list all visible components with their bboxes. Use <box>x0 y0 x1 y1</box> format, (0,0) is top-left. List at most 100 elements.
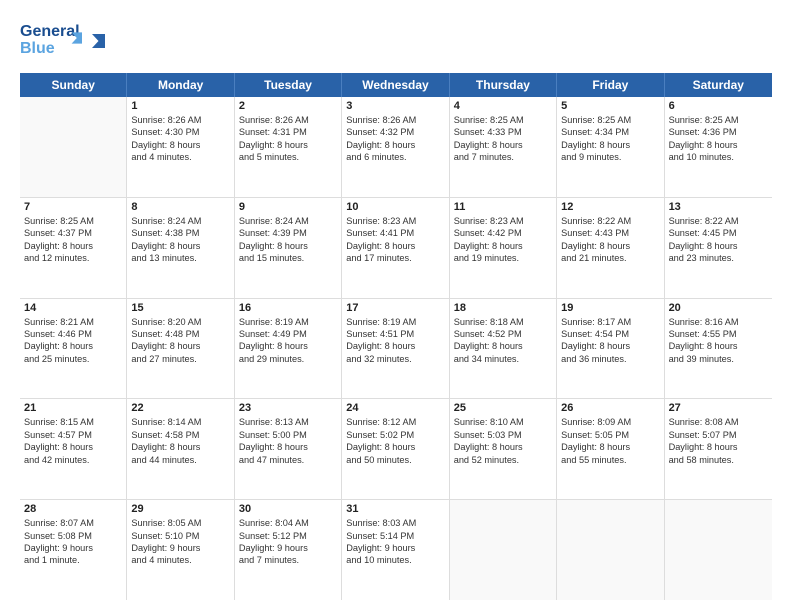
calendar-cell <box>557 500 664 600</box>
cell-info-line: and 55 minutes. <box>561 454 659 466</box>
cell-info-line: Sunrise: 8:19 AM <box>346 316 444 328</box>
calendar-cell <box>665 500 772 600</box>
calendar-cell: 17Sunrise: 8:19 AMSunset: 4:51 PMDayligh… <box>342 299 449 399</box>
cell-info-line: Sunset: 4:39 PM <box>239 227 337 239</box>
day-number: 31 <box>346 503 444 515</box>
cell-info-line: and 19 minutes. <box>454 252 552 264</box>
day-number: 23 <box>239 402 337 414</box>
cell-info-line: Sunrise: 8:26 AM <box>239 114 337 126</box>
cell-info-line: Sunset: 5:12 PM <box>239 530 337 542</box>
cell-info-line: Sunrise: 8:20 AM <box>131 316 229 328</box>
calendar-cell: 12Sunrise: 8:22 AMSunset: 4:43 PMDayligh… <box>557 198 664 298</box>
calendar-week-row: 7Sunrise: 8:25 AMSunset: 4:37 PMDaylight… <box>20 198 772 299</box>
cell-info-line: and 15 minutes. <box>239 252 337 264</box>
calendar-cell: 27Sunrise: 8:08 AMSunset: 5:07 PMDayligh… <box>665 399 772 499</box>
cell-info-line: Daylight: 8 hours <box>131 240 229 252</box>
cell-info-line: Daylight: 8 hours <box>561 340 659 352</box>
calendar-cell: 3Sunrise: 8:26 AMSunset: 4:32 PMDaylight… <box>342 97 449 197</box>
cell-info-line: Sunset: 4:37 PM <box>24 227 122 239</box>
cell-info-line: and 39 minutes. <box>669 353 768 365</box>
weekday-header: Sunday <box>20 73 127 97</box>
calendar-cell <box>450 500 557 600</box>
weekday-header: Friday <box>557 73 664 97</box>
cell-info-line: and 23 minutes. <box>669 252 768 264</box>
cell-info-line: Daylight: 8 hours <box>131 340 229 352</box>
calendar-week-row: 28Sunrise: 8:07 AMSunset: 5:08 PMDayligh… <box>20 500 772 600</box>
calendar-cell: 24Sunrise: 8:12 AMSunset: 5:02 PMDayligh… <box>342 399 449 499</box>
cell-info-line: and 17 minutes. <box>346 252 444 264</box>
cell-info-line: Sunset: 4:51 PM <box>346 328 444 340</box>
cell-info-line: and 52 minutes. <box>454 454 552 466</box>
cell-info-line: Sunset: 5:03 PM <box>454 429 552 441</box>
cell-info-line: Sunrise: 8:19 AM <box>239 316 337 328</box>
cell-info-line: and 9 minutes. <box>561 151 659 163</box>
calendar-cell: 28Sunrise: 8:07 AMSunset: 5:08 PMDayligh… <box>20 500 127 600</box>
calendar-week-row: 1Sunrise: 8:26 AMSunset: 4:30 PMDaylight… <box>20 97 772 198</box>
cell-info-line: Sunset: 5:14 PM <box>346 530 444 542</box>
cell-info-line: Daylight: 8 hours <box>669 139 768 151</box>
cell-info-line: Sunrise: 8:24 AM <box>239 215 337 227</box>
cell-info-line: Sunrise: 8:25 AM <box>561 114 659 126</box>
header: General Blue <box>20 16 772 63</box>
cell-info-line: Sunrise: 8:04 AM <box>239 517 337 529</box>
day-number: 12 <box>561 201 659 213</box>
cell-info-line: Daylight: 8 hours <box>131 441 229 453</box>
cell-info-line: and 27 minutes. <box>131 353 229 365</box>
cell-info-line: and 5 minutes. <box>239 151 337 163</box>
cell-info-line: Daylight: 8 hours <box>24 240 122 252</box>
cell-info-line: Daylight: 8 hours <box>561 240 659 252</box>
cell-info-line: Daylight: 8 hours <box>346 240 444 252</box>
calendar-header: SundayMondayTuesdayWednesdayThursdayFrid… <box>20 73 772 97</box>
cell-info-line: Sunset: 4:43 PM <box>561 227 659 239</box>
cell-info-line: Daylight: 8 hours <box>24 340 122 352</box>
logo: General Blue <box>20 16 110 63</box>
calendar-cell: 23Sunrise: 8:13 AMSunset: 5:00 PMDayligh… <box>235 399 342 499</box>
calendar-cell: 14Sunrise: 8:21 AMSunset: 4:46 PMDayligh… <box>20 299 127 399</box>
calendar-cell: 25Sunrise: 8:10 AMSunset: 5:03 PMDayligh… <box>450 399 557 499</box>
day-number: 16 <box>239 302 337 314</box>
svg-text:Blue: Blue <box>20 40 55 57</box>
cell-info-line: Daylight: 8 hours <box>454 340 552 352</box>
cell-info-line: Sunrise: 8:16 AM <box>669 316 768 328</box>
cell-info-line: and 10 minutes. <box>669 151 768 163</box>
cell-info-line: Daylight: 9 hours <box>131 542 229 554</box>
cell-info-line: and 4 minutes. <box>131 151 229 163</box>
page: General Blue SundayMondayTuesdayWednesda… <box>0 0 792 612</box>
cell-info-line: Sunset: 4:33 PM <box>454 126 552 138</box>
cell-info-line: Daylight: 9 hours <box>24 542 122 554</box>
day-number: 25 <box>454 402 552 414</box>
cell-info-line: Daylight: 8 hours <box>239 240 337 252</box>
cell-info-line: and 34 minutes. <box>454 353 552 365</box>
cell-info-line: and 7 minutes. <box>454 151 552 163</box>
cell-info-line: Daylight: 8 hours <box>239 340 337 352</box>
calendar-cell: 21Sunrise: 8:15 AMSunset: 4:57 PMDayligh… <box>20 399 127 499</box>
cell-info-line: Sunrise: 8:05 AM <box>131 517 229 529</box>
calendar-cell: 1Sunrise: 8:26 AMSunset: 4:30 PMDaylight… <box>127 97 234 197</box>
weekday-header: Thursday <box>450 73 557 97</box>
cell-info-line: Daylight: 9 hours <box>346 542 444 554</box>
cell-info-line: Sunrise: 8:15 AM <box>24 416 122 428</box>
calendar-cell: 5Sunrise: 8:25 AMSunset: 4:34 PMDaylight… <box>557 97 664 197</box>
cell-info-line: Sunset: 4:55 PM <box>669 328 768 340</box>
cell-info-line: Sunset: 5:10 PM <box>131 530 229 542</box>
cell-info-line: Sunset: 4:30 PM <box>131 126 229 138</box>
cell-info-line: Sunrise: 8:26 AM <box>131 114 229 126</box>
cell-info-line: Sunrise: 8:03 AM <box>346 517 444 529</box>
calendar-cell: 16Sunrise: 8:19 AMSunset: 4:49 PMDayligh… <box>235 299 342 399</box>
calendar-cell: 6Sunrise: 8:25 AMSunset: 4:36 PMDaylight… <box>665 97 772 197</box>
cell-info-line: Sunset: 4:54 PM <box>561 328 659 340</box>
cell-info-line: and 44 minutes. <box>131 454 229 466</box>
calendar-cell: 7Sunrise: 8:25 AMSunset: 4:37 PMDaylight… <box>20 198 127 298</box>
cell-info-line: Sunrise: 8:24 AM <box>131 215 229 227</box>
cell-info-line: and 47 minutes. <box>239 454 337 466</box>
calendar-cell: 31 Sunrise: 8:03 AMSunset: 5:14 PMDayligh… <box>342 500 449 600</box>
day-number: 13 <box>669 201 768 213</box>
cell-info-line: and 50 minutes. <box>346 454 444 466</box>
cell-info-line: Daylight: 8 hours <box>669 340 768 352</box>
calendar-body: 1Sunrise: 8:26 AMSunset: 4:30 PMDaylight… <box>20 97 772 600</box>
calendar-cell: 15Sunrise: 8:20 AMSunset: 4:48 PMDayligh… <box>127 299 234 399</box>
cell-info-line: Daylight: 8 hours <box>131 139 229 151</box>
cell-info-line: Sunset: 5:08 PM <box>24 530 122 542</box>
weekday-header: Saturday <box>665 73 772 97</box>
cell-info-line: Sunrise: 8:26 AM <box>346 114 444 126</box>
